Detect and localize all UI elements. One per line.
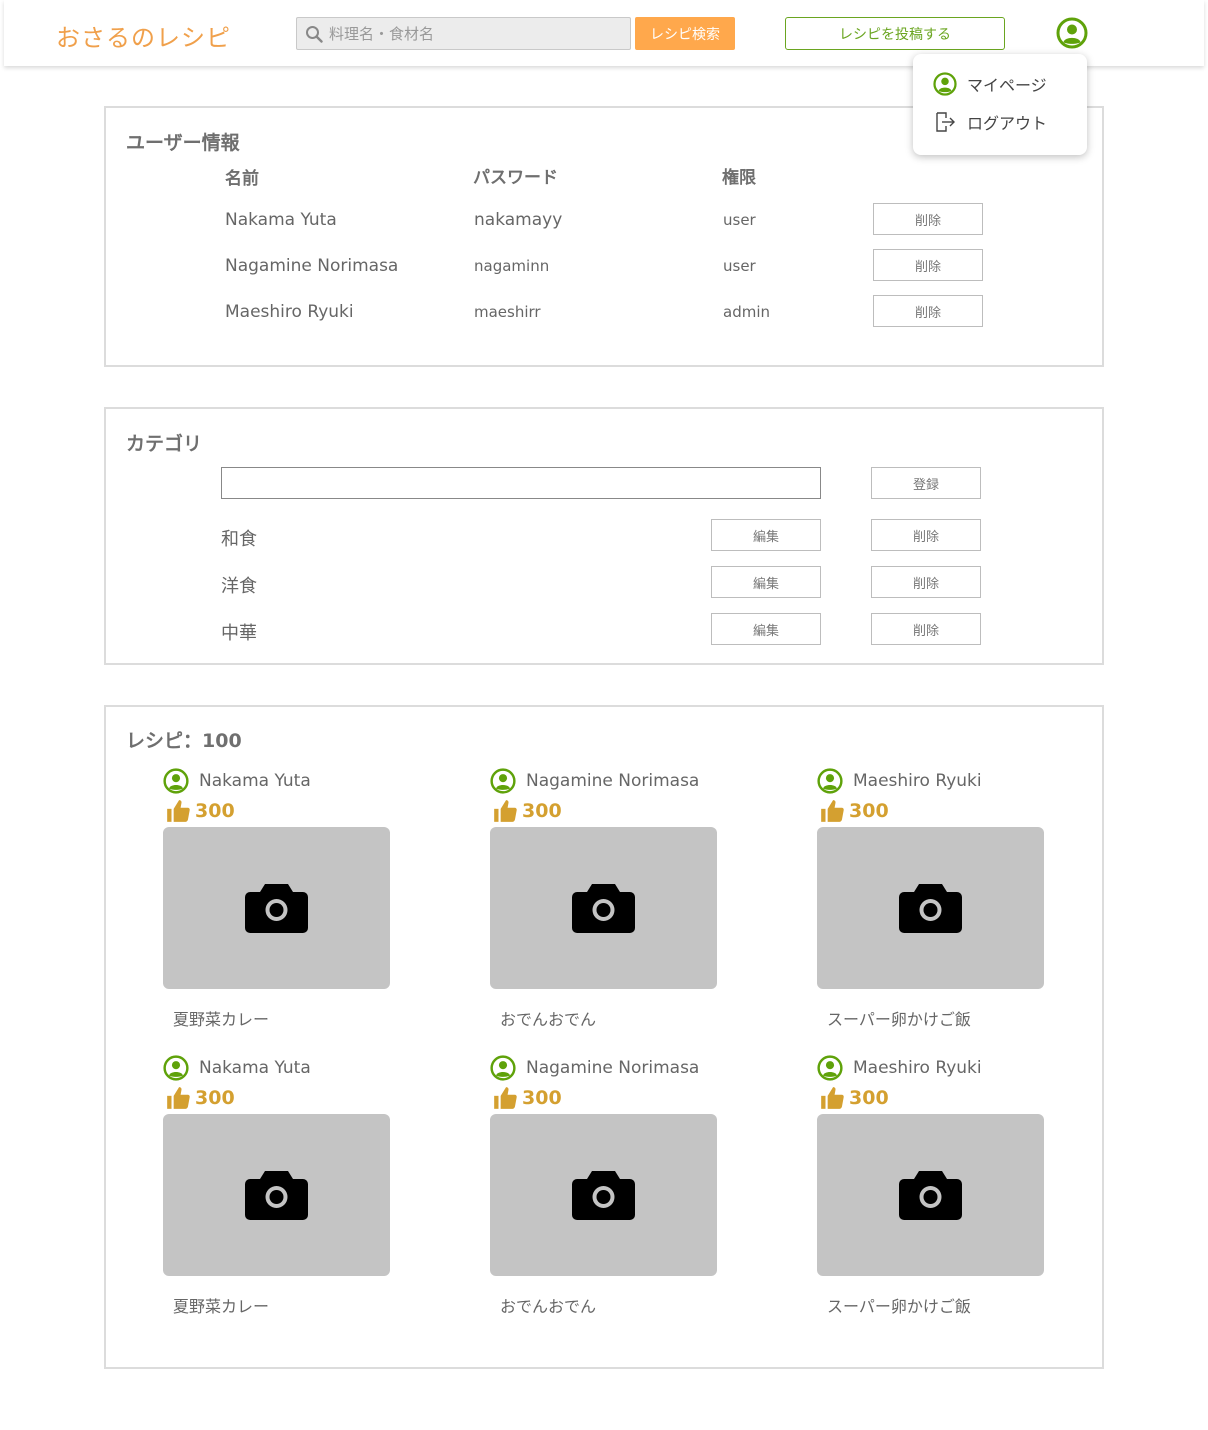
delete-user-button[interactable]: 削除 — [873, 203, 983, 235]
thumbs-up-icon — [165, 1085, 191, 1111]
card-author[interactable]: Nagamine Norimasa — [490, 768, 699, 794]
thumbs-up-icon — [165, 798, 191, 824]
user-password: nakamayy — [474, 210, 563, 230]
recipe-title[interactable]: スーパー卵かけご飯 — [827, 1006, 971, 1030]
like-count[interactable]: 300 — [819, 798, 889, 824]
menu-item-logout[interactable]: ログアウト — [933, 109, 1047, 135]
card-author[interactable]: Nakama Yuta — [163, 768, 311, 794]
author-name: Nagamine Norimasa — [526, 1058, 700, 1078]
category-panel: カテゴリ 登録 和食 編集 削除 洋食 編集 削除 中華 編集 削除 — [104, 407, 1104, 665]
author-name: Nagamine Norimasa — [526, 771, 700, 791]
column-header-role: 権限 — [722, 168, 756, 188]
like-value: 300 — [522, 1087, 562, 1109]
camera-icon — [572, 882, 635, 933]
user-dropdown-menu: マイページ ログアウト — [913, 54, 1087, 155]
card-author[interactable]: Nagamine Norimasa — [490, 1055, 699, 1081]
logout-icon — [936, 112, 955, 132]
author-name: Nakama Yuta — [199, 771, 311, 791]
user-icon — [163, 1055, 189, 1081]
edit-category-button[interactable]: 編集 — [711, 566, 821, 598]
edit-category-button[interactable]: 編集 — [711, 519, 821, 551]
user-icon — [490, 768, 516, 794]
like-value: 300 — [195, 1087, 235, 1109]
user-icon — [817, 1055, 843, 1081]
user-name: Maeshiro Ryuki — [225, 302, 354, 322]
thumbs-up-icon — [819, 1085, 845, 1111]
user-icon — [490, 1055, 516, 1081]
register-category-button[interactable]: 登録 — [871, 467, 981, 499]
like-count[interactable]: 300 — [492, 798, 562, 824]
column-header-password: パスワード — [473, 168, 558, 188]
thumbs-up-icon — [492, 798, 518, 824]
category-name-input[interactable] — [221, 467, 821, 499]
like-count[interactable]: 300 — [819, 1085, 889, 1111]
recipe-image[interactable] — [490, 1114, 717, 1276]
recipe-panel: レシピ：100 Nakama Yuta 300 夏野菜カレー Nagamine … — [104, 705, 1104, 1369]
like-value: 300 — [849, 1087, 889, 1109]
column-header-name: 名前 — [225, 169, 259, 189]
user-name: Nakama Yuta — [225, 210, 337, 230]
delete-category-button[interactable]: 削除 — [871, 519, 981, 551]
user-role: admin — [723, 303, 770, 321]
camera-icon — [899, 882, 962, 933]
delete-category-button[interactable]: 削除 — [871, 566, 981, 598]
delete-user-button[interactable]: 削除 — [873, 295, 983, 327]
post-recipe-button[interactable]: レシピを投稿する — [785, 17, 1005, 50]
search-box[interactable] — [296, 17, 631, 50]
recipe-title[interactable]: おでんおでん — [500, 1293, 596, 1317]
thumbs-up-icon — [819, 798, 845, 824]
camera-icon — [245, 882, 308, 933]
like-value: 300 — [195, 800, 235, 822]
like-count[interactable]: 300 — [165, 1085, 235, 1111]
camera-icon — [245, 1169, 308, 1220]
user-icon — [163, 768, 189, 794]
user-icon — [817, 768, 843, 794]
recipe-search-button[interactable]: レシピ検索 — [635, 17, 735, 50]
recipe-title[interactable]: おでんおでん — [500, 1006, 596, 1030]
recipe-image[interactable] — [817, 1114, 1044, 1276]
card-author[interactable]: Nakama Yuta — [163, 1055, 311, 1081]
user-password: maeshirr — [474, 303, 541, 321]
recipe-image[interactable] — [163, 827, 390, 989]
user-name: Nagamine Norimasa — [225, 256, 399, 276]
recipe-title[interactable]: 夏野菜カレー — [173, 1006, 269, 1030]
recipe-count-title: レシピ：100 — [126, 730, 242, 752]
site-logo[interactable]: おさるのレシピ — [56, 18, 231, 53]
like-count[interactable]: 300 — [492, 1085, 562, 1111]
search-icon — [306, 26, 323, 43]
recipe-title[interactable]: スーパー卵かけご飯 — [827, 1293, 971, 1317]
category-name: 洋食 — [221, 576, 257, 597]
author-name: Maeshiro Ryuki — [853, 771, 982, 791]
card-author[interactable]: Maeshiro Ryuki — [817, 768, 982, 794]
card-author[interactable]: Maeshiro Ryuki — [817, 1055, 982, 1081]
user-icon — [933, 72, 957, 96]
search-input[interactable] — [329, 18, 624, 49]
thumbs-up-icon — [492, 1085, 518, 1111]
edit-category-button[interactable]: 編集 — [711, 613, 821, 645]
camera-icon — [572, 1169, 635, 1220]
delete-user-button[interactable]: 削除 — [873, 249, 983, 281]
camera-icon — [899, 1169, 962, 1220]
menu-item-mypage[interactable]: マイページ — [933, 71, 1047, 97]
panel-title: カテゴリ — [126, 433, 203, 455]
recipe-image[interactable] — [490, 827, 717, 989]
user-avatar-icon[interactable] — [1056, 17, 1088, 49]
category-name: 中華 — [221, 623, 257, 644]
like-value: 300 — [522, 800, 562, 822]
like-value: 300 — [849, 800, 889, 822]
author-name: Maeshiro Ryuki — [853, 1058, 982, 1078]
menu-item-label: ログアウト — [967, 114, 1048, 133]
user-role: user — [723, 257, 756, 275]
recipe-image[interactable] — [817, 827, 1044, 989]
category-name: 和食 — [221, 529, 257, 550]
user-password: nagaminn — [474, 257, 550, 275]
author-name: Nakama Yuta — [199, 1058, 311, 1078]
delete-category-button[interactable]: 削除 — [871, 613, 981, 645]
menu-item-label: マイページ — [967, 76, 1047, 95]
panel-title: ユーザー情報 — [126, 132, 240, 154]
like-count[interactable]: 300 — [165, 798, 235, 824]
recipe-image[interactable] — [163, 1114, 390, 1276]
user-role: user — [723, 211, 756, 229]
recipe-title[interactable]: 夏野菜カレー — [173, 1293, 269, 1317]
